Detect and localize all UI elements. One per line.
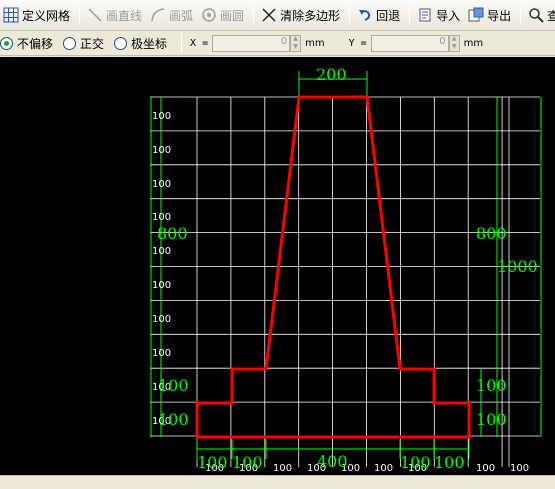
x-unit-label: mm bbox=[305, 37, 325, 49]
orthogonal-label: 正交 bbox=[80, 36, 105, 51]
clear-polygon-button[interactable]: 清除多边形 bbox=[258, 3, 343, 27]
bottom-segment-dimension: 100 bbox=[197, 453, 228, 472]
bottom-segment-dimension: 100 bbox=[434, 453, 465, 472]
options-bar: 不偏移 正交 极坐标 X = 0 ▲ ▼ mm Y = 0 ▲ ▼ mm bbox=[0, 31, 555, 56]
bottom-segment-dimension: 100 bbox=[400, 453, 431, 472]
bottom-tick-label: 100 bbox=[374, 463, 393, 474]
polar-label: 极坐标 bbox=[131, 36, 168, 51]
toolbar-separator bbox=[349, 5, 351, 25]
left-tick-label: 100 bbox=[152, 179, 171, 190]
bottom-segment-dimension: 400 bbox=[317, 452, 348, 471]
query-label: 查询 bbox=[547, 7, 555, 24]
bottom-tick-label: 100 bbox=[476, 463, 495, 474]
left-tick-label: 100 bbox=[152, 111, 171, 122]
left-tick-label: 100 bbox=[152, 145, 171, 156]
spin-down-icon: ▼ bbox=[451, 42, 457, 50]
draw-line-label: 画直线 bbox=[106, 8, 143, 23]
left-tick-label: 100 bbox=[152, 280, 171, 291]
draw-arc-label: 画弧 bbox=[169, 8, 194, 23]
polar-radio[interactable]: 极坐标 bbox=[114, 35, 167, 52]
spin-up-icon: ▲ bbox=[451, 35, 457, 43]
x-spinner[interactable]: ▲ ▼ bbox=[290, 34, 302, 52]
undo-button[interactable]: 回退 bbox=[354, 3, 403, 27]
y-coordinate-label: Y = bbox=[348, 37, 367, 49]
bottom-segment-dimension: 100 bbox=[232, 453, 263, 472]
undo-icon bbox=[359, 10, 371, 21]
query-button[interactable]: 查询 bbox=[525, 3, 555, 27]
right-outer-height-dimension: 1000 bbox=[497, 257, 538, 276]
toolbar-separator bbox=[520, 5, 522, 25]
radio-unchecked-icon bbox=[114, 36, 128, 50]
drawing-canvas[interactable]: 100 100 100 100 100 100 100 100 100 100 … bbox=[0, 57, 555, 475]
y-coordinate-input[interactable]: 0 bbox=[370, 34, 449, 52]
right-lower-step-dimension: 100 bbox=[476, 410, 507, 429]
bottom-tick-label: 100 bbox=[510, 463, 529, 474]
grid-icon bbox=[3, 7, 19, 23]
line-icon bbox=[88, 8, 102, 22]
x-coordinate-label: X = bbox=[190, 37, 209, 49]
radio-unchecked-icon bbox=[63, 36, 77, 50]
left-tick-label: 100 bbox=[152, 212, 171, 223]
magnifier-icon bbox=[529, 8, 544, 23]
polygon-drawing: 100 100 100 100 100 100 100 100 100 100 … bbox=[150, 65, 542, 474]
radio-checked-icon bbox=[0, 36, 13, 50]
y-unit-label: mm bbox=[463, 37, 484, 49]
export-icon bbox=[468, 7, 484, 22]
dimension-labels: 200 800 800 1000 100 100 100 100 100 100… bbox=[157, 65, 538, 472]
define-grid-label: 定义网格 bbox=[22, 8, 71, 23]
no-offset-label: 不偏移 bbox=[17, 36, 54, 51]
right-inner-height-dimension: 800 bbox=[476, 224, 507, 243]
toolbar-separator bbox=[253, 5, 255, 25]
dimension-lines bbox=[150, 71, 542, 459]
import-button[interactable]: 导入 bbox=[414, 3, 463, 27]
undo-label: 回退 bbox=[376, 8, 401, 23]
options-separator bbox=[181, 33, 183, 53]
clear-polygon-label: 清除多边形 bbox=[280, 8, 341, 23]
import-icon bbox=[419, 8, 431, 22]
left-upper-step-dimension: 100 bbox=[158, 376, 189, 395]
left-tick-label: 100 bbox=[152, 348, 171, 359]
draw-arc-button[interactable]: 画弧 bbox=[147, 3, 196, 27]
arc-icon bbox=[151, 8, 165, 22]
top-width-dimension: 200 bbox=[316, 65, 347, 84]
orthogonal-radio[interactable]: 正交 bbox=[63, 35, 104, 52]
clear-x-icon bbox=[262, 8, 276, 22]
draw-circle-label: 画圆 bbox=[220, 8, 245, 23]
draw-line-button[interactable]: 画直线 bbox=[84, 3, 145, 27]
import-label: 导入 bbox=[436, 8, 461, 23]
y-spinner[interactable]: ▲ ▼ bbox=[448, 34, 460, 52]
main-toolbar: 定义网格 画直线 画弧 画圆 清除多边形 回退 导入 导出 bbox=[0, 0, 555, 31]
right-upper-step-dimension: 100 bbox=[476, 376, 507, 395]
left-tick-label: 100 bbox=[152, 314, 171, 325]
left-height-dimension: 800 bbox=[157, 224, 188, 243]
define-grid-button[interactable]: 定义网格 bbox=[0, 3, 73, 27]
draw-circle-button[interactable]: 画圆 bbox=[198, 3, 247, 27]
left-lower-step-dimension: 100 bbox=[158, 410, 189, 429]
spin-up-icon: ▲ bbox=[293, 35, 298, 43]
no-offset-radio[interactable]: 不偏移 bbox=[0, 35, 53, 52]
status-bar bbox=[0, 475, 555, 489]
left-tick-label: 100 bbox=[152, 246, 171, 257]
spin-down-icon: ▼ bbox=[293, 42, 298, 50]
toolbar-separator bbox=[409, 5, 411, 25]
bottom-tick-label: 100 bbox=[273, 463, 292, 474]
toolbar-separator bbox=[79, 5, 81, 25]
export-button[interactable]: 导出 bbox=[465, 3, 514, 27]
circle-icon bbox=[202, 8, 216, 22]
x-coordinate-input[interactable]: 0 bbox=[212, 34, 291, 52]
export-label: 导出 bbox=[487, 8, 512, 23]
